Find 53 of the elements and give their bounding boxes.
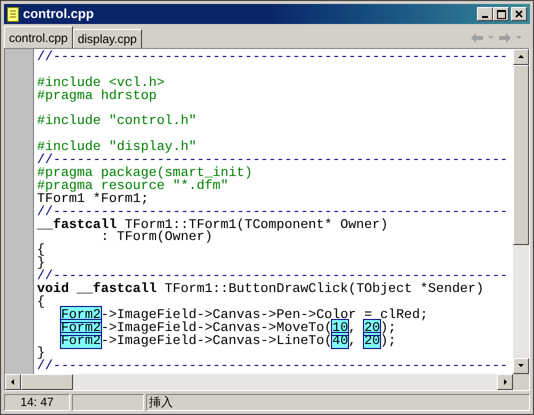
close-button[interactable] xyxy=(511,7,527,21)
directive-text: #include "display.h" xyxy=(37,139,197,154)
code-text: ); xyxy=(380,332,396,348)
scroll-thumb[interactable] xyxy=(513,65,529,245)
directive-text: #include "control.h" xyxy=(37,113,197,128)
keyword-text: __fastcall xyxy=(37,216,117,232)
code-text: ->ImageField->Canvas->LineTo( xyxy=(100,332,332,348)
document-icon xyxy=(7,6,19,22)
maximize-button[interactable] xyxy=(493,7,509,21)
code-text: { xyxy=(37,242,45,258)
code-text: { xyxy=(37,294,45,309)
minimize-button[interactable] xyxy=(477,7,493,21)
close-icon xyxy=(515,10,523,18)
code-text: ); xyxy=(380,320,396,335)
file-tab[interactable]: display.cpp xyxy=(72,29,142,48)
scroll-left-button[interactable] xyxy=(5,374,21,390)
comment-text: //--------------------------------------------------------- xyxy=(37,152,508,168)
scroll-up-button[interactable] xyxy=(513,49,529,65)
vertical-scrollbar[interactable] xyxy=(513,49,529,374)
cursor-position: 14: 47 xyxy=(4,394,70,410)
comment-text: //--------------------------------------------------------- xyxy=(37,358,508,374)
directive-text: #include <vcl.h> xyxy=(37,74,165,90)
window-title: control.cpp xyxy=(23,5,95,24)
up-arrow-icon xyxy=(517,53,525,61)
directive-text: #pragma package(smart_init) xyxy=(37,165,252,180)
code-text: } xyxy=(37,255,45,270)
down-arrow-icon xyxy=(517,362,525,370)
scroll-thumb[interactable] xyxy=(21,374,73,390)
status-panel xyxy=(72,394,144,410)
scroll-right-button[interactable] xyxy=(497,374,513,390)
maximize-icon xyxy=(496,10,506,18)
right-arrow-icon xyxy=(501,378,509,386)
insert-mode: 挿入 xyxy=(146,394,530,410)
keyword-text: void __fastcall xyxy=(37,281,157,296)
file-tab[interactable]: control.cpp xyxy=(4,26,73,48)
code-text: TForm1::ButtonDrawClick(TObject *Sender) xyxy=(164,281,484,296)
directive-text: #pragma hdrstop xyxy=(37,88,157,103)
code-text: ->ImageField->Canvas->MoveTo( xyxy=(100,320,332,335)
comment-text: //--------------------------------------------------------- xyxy=(37,204,508,219)
code-editor[interactable] xyxy=(34,49,513,374)
comment-text: //--------------------------------------------------------- xyxy=(37,49,508,64)
left-arrow-icon xyxy=(9,378,17,386)
scroll-down-button[interactable] xyxy=(513,358,529,374)
code-text: , xyxy=(348,332,358,348)
code-text: ->ImageField->Canvas->Pen->Color = clRed; xyxy=(100,306,428,322)
horizontal-scrollbar[interactable] xyxy=(5,374,513,390)
code-text: , xyxy=(348,320,358,335)
code-text: TForm1::TForm1(TComponent* Owner) xyxy=(124,216,388,232)
code-text: } xyxy=(37,345,45,360)
comment-text: //--------------------------------------------------------- xyxy=(37,268,508,284)
code-text: : TForm(Owner) xyxy=(100,229,213,244)
code-text: TForm1 *Form1; xyxy=(37,190,149,206)
directive-text: #pragma resource "*.dfm" xyxy=(37,178,229,193)
